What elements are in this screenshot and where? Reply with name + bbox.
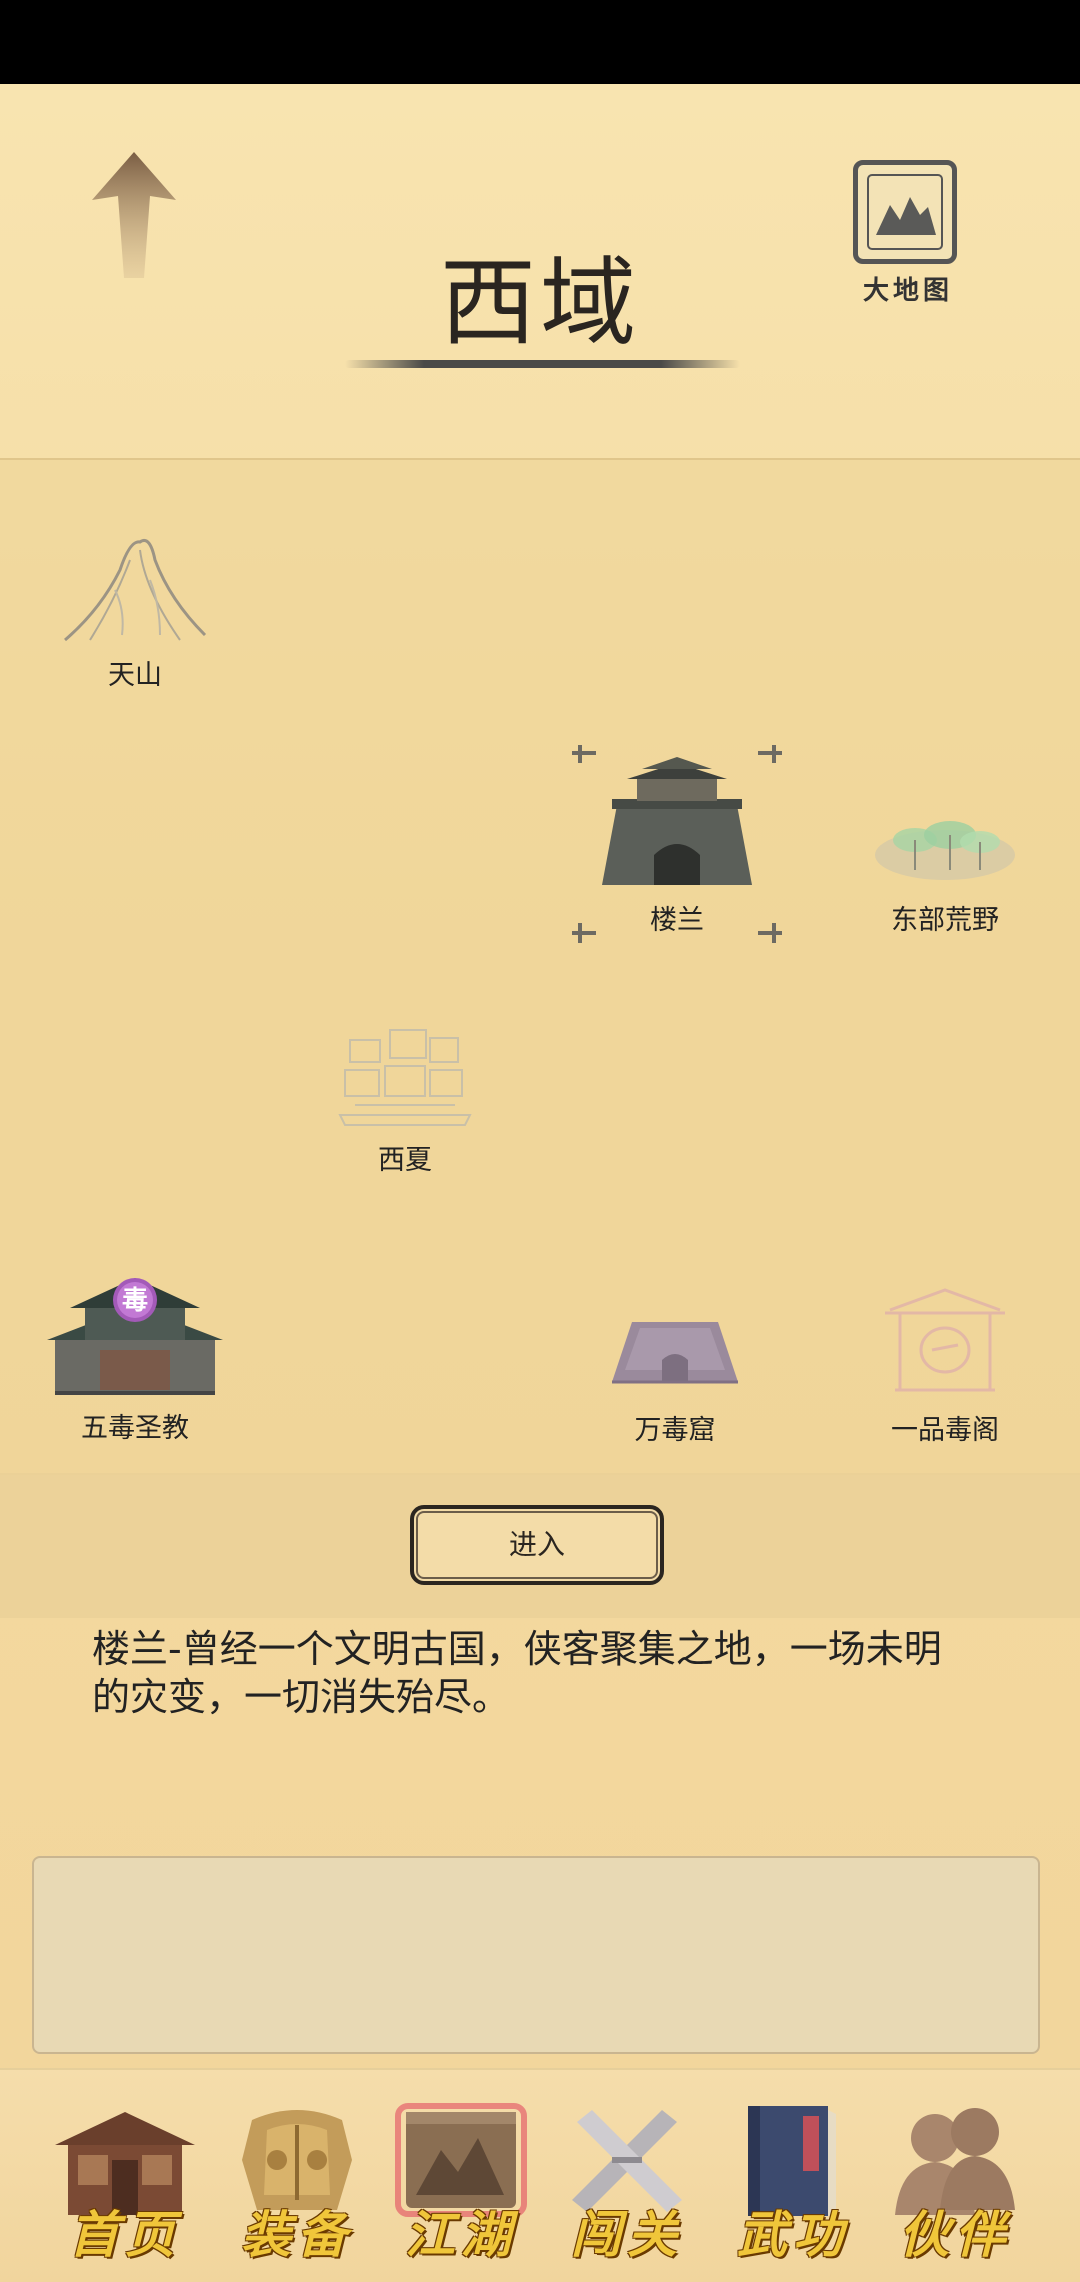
world-map-label: 大地图 <box>862 276 953 306</box>
title-underline <box>345 360 740 368</box>
nav-equipment[interactable]: 装备 <box>222 2100 372 2264</box>
message-log <box>32 1856 1040 2054</box>
pavilion-icon <box>885 1288 1005 1392</box>
nav-martial-arts[interactable]: 武功 <box>718 2100 868 2264</box>
nav-label: 武功 <box>737 2205 849 2264</box>
location-loulan[interactable]: 楼兰 <box>592 755 762 937</box>
location-label: 五毒圣教 <box>81 1413 189 1444</box>
location-east-wilderness[interactable]: 东部荒野 <box>870 800 1020 937</box>
nav-label: 闯关 <box>571 2205 683 2264</box>
location-label: 一品毒阁 <box>891 1415 999 1446</box>
location-wudu-sect[interactable]: 毒 五毒圣教 <box>45 1268 225 1445</box>
location-label: 楼兰 <box>650 905 704 936</box>
nav-label: 装备 <box>241 2205 353 2264</box>
enter-button[interactable]: 进入 <box>410 1505 664 1585</box>
location-label: 西夏 <box>378 1145 432 1176</box>
location-label: 东部荒野 <box>891 905 999 936</box>
nav-label: 江湖 <box>405 2205 517 2264</box>
nav-challenge[interactable]: 闯关 <box>552 2100 702 2264</box>
nav-companions[interactable]: 伙伴 <box>880 2100 1030 2264</box>
location-description: 楼兰-曾经一个文明古国，侠客聚集之地，一场未明的灾变，一切消失殆尽。 <box>92 1627 942 1719</box>
poison-badge: 毒 <box>121 1286 148 1316</box>
wilderness-icon <box>875 821 1015 880</box>
cave-icon <box>612 1322 738 1384</box>
ruins-icon <box>338 1029 472 1126</box>
location-label: 天山 <box>108 660 162 691</box>
location-label: 万毒窟 <box>634 1415 716 1446</box>
bottom-nav: 首页 装备 江湖 闯关 武功 伙伴 <box>0 2068 1080 2282</box>
world-map-frame <box>853 160 957 264</box>
mountain-map-icon <box>867 174 943 250</box>
nav-home[interactable]: 首页 <box>50 2100 200 2264</box>
status-bar <box>0 0 1080 84</box>
city-gate-icon <box>602 757 752 885</box>
location-xixia[interactable]: 西夏 <box>330 1020 480 1177</box>
world-map-button[interactable]: 大地图 <box>853 160 963 306</box>
location-wandu-cave[interactable]: 万毒窟 <box>600 1310 750 1447</box>
location-yipin-pavilion[interactable]: 一品毒阁 <box>870 1285 1020 1447</box>
nav-label: 伙伴 <box>899 2205 1011 2264</box>
location-tianshan[interactable]: 天山 <box>60 530 210 692</box>
nav-jianghu[interactable]: 江湖 <box>386 2100 536 2264</box>
mountain-icon <box>64 539 207 642</box>
nav-label: 首页 <box>69 2205 181 2264</box>
